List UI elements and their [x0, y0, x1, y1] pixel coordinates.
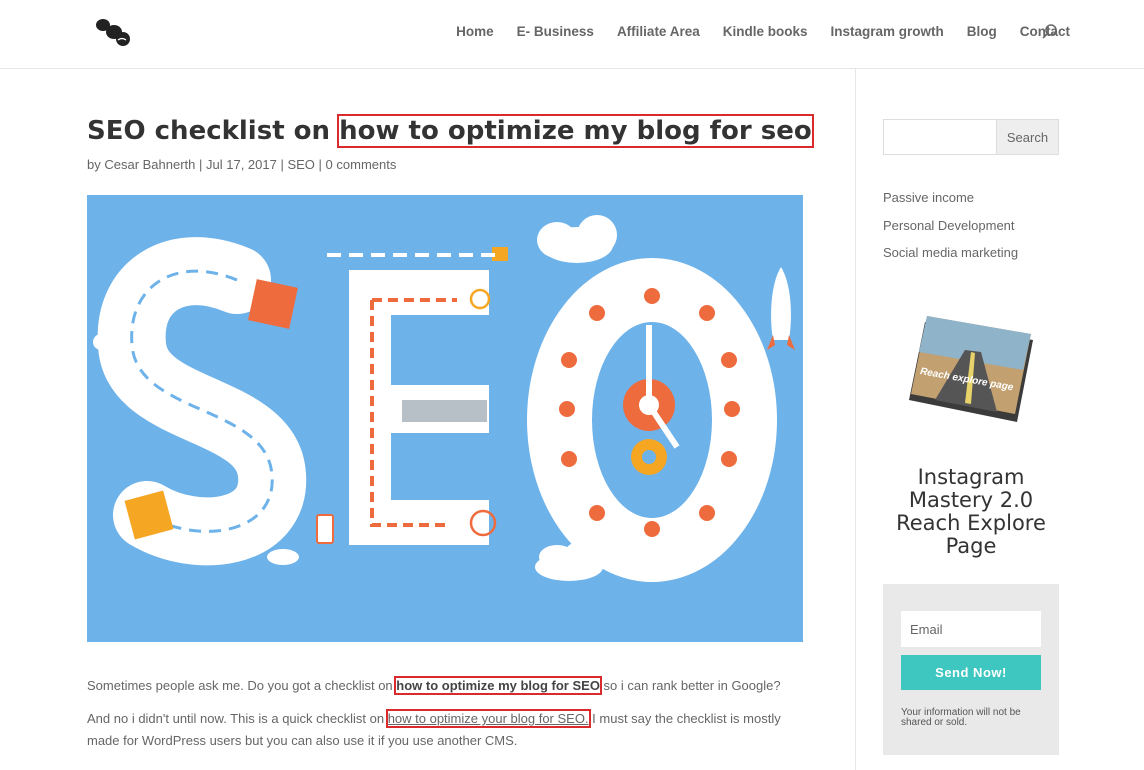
sidebar-search-input[interactable] [883, 119, 996, 155]
optin-form: Send Now! Your information will not be s… [883, 584, 1059, 755]
nav-home[interactable]: Home [456, 24, 494, 39]
p1-highlight: how to optimize my blog for SEO [394, 676, 602, 695]
sidebar-search: Search [883, 119, 1059, 155]
meta-sep: | [276, 157, 288, 172]
sidebar-categories: Passive income Personal Development Soci… [883, 184, 1018, 267]
category-passive-income[interactable]: Passive income [883, 184, 1018, 212]
post-meta: by Cesar Bahnerth | Jul 17, 2017 | SEO |… [87, 157, 396, 172]
author-link[interactable]: Cesar Bahnerth [104, 157, 195, 172]
paragraph-2: And no i didn't until now. This is a qui… [87, 708, 803, 752]
send-now-button[interactable]: Send Now! [901, 655, 1041, 690]
post-title-plain: SEO checklist on [87, 116, 340, 146]
site-header: Home E- Business Affiliate Area Kindle b… [0, 0, 1144, 69]
p1-text-after: so i can rank better in Google? [599, 678, 781, 693]
post-date: Jul 17, 2017 [206, 157, 277, 172]
seo-illustration [87, 195, 803, 642]
comments-link[interactable]: 0 comments [326, 157, 397, 172]
sidebar-search-button[interactable]: Search [996, 119, 1059, 155]
nav-instagram-growth[interactable]: Instagram growth [830, 24, 943, 39]
nav-affiliate-area[interactable]: Affiliate Area [617, 24, 700, 39]
post-title: SEO checklist on how to optimize my blog… [87, 114, 814, 148]
p2-text-before: And no i didn't until now. This is a qui… [87, 711, 388, 726]
email-field[interactable] [901, 611, 1041, 647]
meta-sep: | [314, 157, 326, 172]
category-social-media-marketing[interactable]: Social media marketing [883, 239, 1018, 267]
category-personal-development[interactable]: Personal Development [883, 212, 1018, 240]
promo-title: Instagram Mastery 2.0 Reach Explore Page [896, 465, 1046, 558]
nav-e-business[interactable]: E- Business [517, 24, 594, 39]
main-nav: Home E- Business Affiliate Area Kindle b… [456, 24, 1070, 39]
meta-by: by [87, 157, 105, 172]
meta-sep: | [195, 157, 207, 172]
site-logo[interactable] [92, 16, 132, 48]
nav-blog[interactable]: Blog [967, 24, 997, 39]
featured-image [87, 195, 803, 642]
post-title-highlight: how to optimize my blog for seo [337, 114, 814, 148]
privacy-note: Your information will not be shared or s… [901, 707, 1021, 728]
nav-kindle-books[interactable]: Kindle books [723, 24, 808, 39]
sidebar-divider [855, 69, 856, 770]
p1-text-before: Sometimes people ask me. Do you got a ch… [87, 678, 397, 693]
p2-seo-link[interactable]: how to optimize your blog for SEO. [385, 709, 591, 728]
paragraph-1: Sometimes people ask me. Do you got a ch… [87, 675, 803, 697]
book-cover-image[interactable]: Reach explore page [905, 312, 1035, 432]
category-link[interactable]: SEO [287, 157, 314, 172]
search-icon[interactable] [1042, 24, 1058, 40]
